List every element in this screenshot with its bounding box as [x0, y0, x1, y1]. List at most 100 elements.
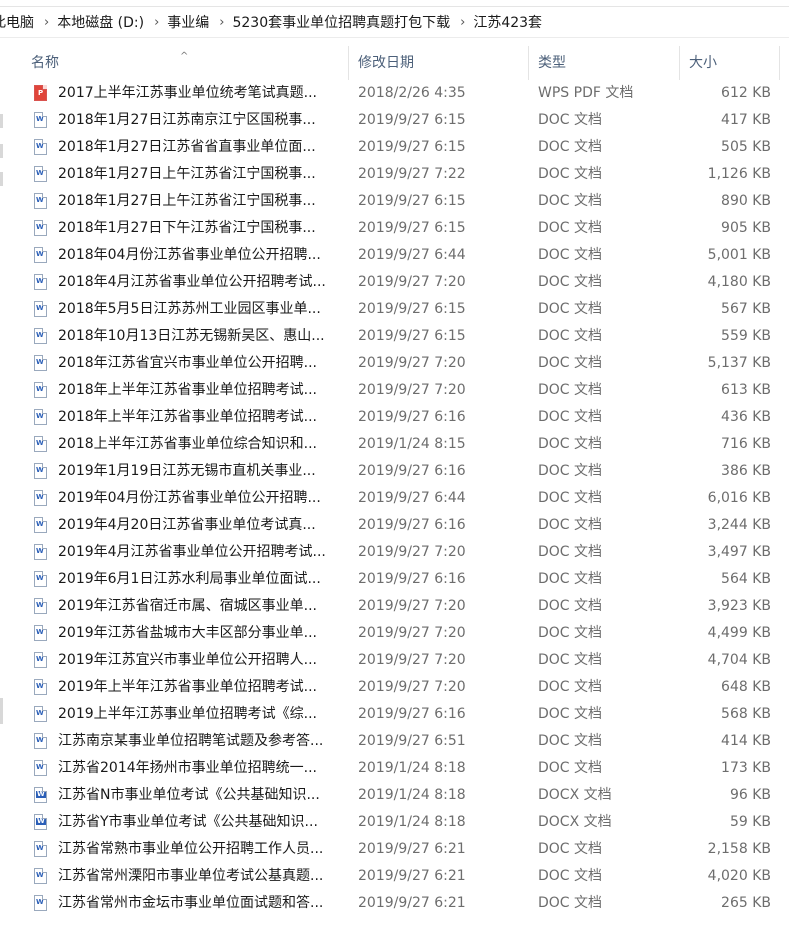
file-type: DOC 文档 [538, 760, 603, 776]
nav-marker [0, 144, 3, 158]
file-type: DOC 文档 [538, 220, 603, 236]
file-date: 2019/9/27 6:16 [358, 571, 466, 587]
file-row[interactable]: W 2018年4月江苏省事业单位公开招聘考试... 2019/9/27 7:20 DO… [22, 269, 789, 296]
file-name: 江苏南京某事业单位招聘笔试题及参考答... [58, 733, 324, 749]
file-row[interactable]: W 2018年5月5日江苏苏州工业园区事业单... 2019/9/27 6:15 DO… [22, 296, 789, 323]
file-row[interactable]: W 2019年4月江苏省事业单位公开招聘考试... 2019/9/27 7:20 DO… [22, 539, 789, 566]
breadcrumb-item[interactable]: 本地磁盘 (D:) [57, 12, 150, 32]
address-breadcrumb[interactable]: 此电脑›本地磁盘 (D:)›事业编›5230套事业单位招聘真题打包下载›江苏42… [0, 7, 789, 38]
file-row[interactable]: W 2018年1月27日江苏南京江宁区国税事... 2019/9/27 6:15 DO… [22, 107, 789, 134]
docx-icon: W [34, 814, 47, 830]
column-header-name[interactable]: 名称 ^ [22, 46, 349, 80]
file-size: 1,126 KB [707, 166, 771, 182]
file-row[interactable]: W 2018年1月27日江苏省省直事业单位面... 2019/9/27 6:15 DO… [22, 134, 789, 161]
file-row[interactable]: W 2019年4月20日江苏省事业单位考试真... 2019/9/27 6:16 DO… [22, 512, 789, 539]
nav-marker [0, 114, 3, 128]
file-type: DOC 文档 [538, 328, 603, 344]
file-type: DOC 文档 [538, 598, 603, 614]
file-size: 5,001 KB [707, 247, 771, 263]
file-row[interactable]: W 2019年04月份江苏省事业单位公开招聘... 2019/9/27 6:44 DO… [22, 485, 789, 512]
file-row[interactable]: W 2018年1月27日上午江苏省江宁国税事... 2019/9/27 7:22 DO… [22, 161, 789, 188]
file-date: 2019/9/27 7:20 [358, 652, 466, 668]
breadcrumb-separator-icon[interactable]: › [456, 15, 473, 30]
file-row[interactable]: W 2018上半年江苏省事业单位综合知识和... 2019/1/24 8:15 DOC… [22, 431, 789, 458]
file-type: DOC 文档 [538, 112, 603, 128]
file-date: 2019/9/27 7:22 [358, 166, 466, 182]
file-type: DOC 文档 [538, 355, 603, 371]
file-row[interactable]: W 2019年6月1日江苏水利局事业单位面试... 2019/9/27 6:16 DO… [22, 566, 789, 593]
column-header-size-label: 大小 [689, 55, 717, 71]
navigation-pane-edge[interactable] [0, 38, 12, 927]
file-type: DOC 文档 [538, 247, 603, 263]
file-date: 2019/9/27 6:16 [358, 517, 466, 533]
file-row[interactable]: W 2019年上半年江苏省事业单位招聘考试... 2019/9/27 7:20 DOC… [22, 674, 789, 701]
file-row[interactable]: W 江苏省常州市金坛市事业单位面试题和答... 2019/9/27 6:21 DOC … [22, 890, 789, 917]
file-type: DOC 文档 [538, 301, 603, 317]
doc-icon: W [34, 841, 47, 857]
file-name: 2018年上半年江苏省事业单位招聘考试... [58, 382, 317, 398]
file-type: DOC 文档 [538, 706, 603, 722]
file-row[interactable]: W 2018年10月13日江苏无锡新吴区、惠山... 2019/9/27 6:15 D… [22, 323, 789, 350]
doc-icon: W [34, 193, 47, 209]
file-size: 564 KB [721, 571, 771, 587]
file-row[interactable]: W 江苏省常熟市事业单位公开招聘工作人员... 2019/9/27 6:21 DOC … [22, 836, 789, 863]
file-row[interactable]: P 2017上半年江苏事业单位统考笔试真题... 2018/2/26 4:35 WPS… [22, 80, 789, 107]
file-row[interactable]: W 江苏南京某事业单位招聘笔试题及参考答... 2019/9/27 6:51 DOC … [22, 728, 789, 755]
file-row[interactable]: W 2018年1月27日下午江苏省江宁国税事... 2019/9/27 6:15 DO… [22, 215, 789, 242]
file-type: DOC 文档 [538, 895, 603, 911]
file-row[interactable]: W 2018年上半年江苏省事业单位招聘考试... 2019/9/27 6:16 DOC… [22, 404, 789, 431]
file-type: DOC 文档 [538, 679, 603, 695]
file-date: 2019/1/24 8:18 [358, 814, 466, 830]
file-row[interactable]: W 2019年1月19日江苏无锡市直机关事业... 2019/9/27 6:16 DO… [22, 458, 789, 485]
column-header-date[interactable]: 修改日期 [349, 46, 529, 80]
file-row[interactable]: W 2018年1月27日上午江苏省江宁国税事... 2019/9/27 6:15 DO… [22, 188, 789, 215]
file-row[interactable]: W 2019年江苏省盐城市大丰区部分事业单... 2019/9/27 7:20 DOC… [22, 620, 789, 647]
file-size: 648 KB [721, 679, 771, 695]
file-row[interactable]: W 江苏省2014年扬州市事业单位招聘统一... 2019/1/24 8:18 DOC… [22, 755, 789, 782]
file-list: P 2017上半年江苏事业单位统考笔试真题... 2018/2/26 4:35 WPS… [22, 80, 789, 917]
file-name: 2019年6月1日江苏水利局事业单位面试... [58, 571, 321, 587]
file-type: WPS PDF 文档 [538, 85, 634, 101]
breadcrumb-item[interactable]: 此电脑 [0, 12, 40, 32]
file-row[interactable]: W 江苏省常州溧阳市事业单位考试公基真题... 2019/9/27 6:21 DOC … [22, 863, 789, 890]
column-header-name-label: 名称 [31, 55, 59, 71]
file-row[interactable]: W 2018年江苏省宜兴市事业单位公开招聘... 2019/9/27 7:20 DOC… [22, 350, 789, 377]
file-size: 905 KB [721, 220, 771, 236]
file-date: 2019/9/27 6:15 [358, 112, 466, 128]
pdf-glyph-icon: P [38, 89, 44, 97]
word-glyph-icon: W [36, 250, 44, 258]
window-top-border [0, 0, 789, 7]
word-glyph-icon: W [36, 709, 44, 717]
file-row[interactable]: W 2018年上半年江苏省事业单位招聘考试... 2019/9/27 7:20 DOC… [22, 377, 789, 404]
file-row[interactable]: W 2019上半年江苏事业单位招聘考试《综... 2019/9/27 6:16 DOC… [22, 701, 789, 728]
file-type: DOC 文档 [538, 652, 603, 668]
file-row[interactable]: W 2019年江苏宜兴市事业单位公开招聘人... 2019/9/27 7:20 DOC… [22, 647, 789, 674]
breadcrumb-separator-icon[interactable]: › [215, 15, 232, 30]
file-size: 4,499 KB [707, 625, 771, 641]
file-name: 2018年1月27日下午江苏省江宁国税事... [58, 220, 316, 236]
file-size: 386 KB [721, 463, 771, 479]
word-glyph-icon: W [36, 574, 44, 582]
file-type: DOC 文档 [538, 625, 603, 641]
column-header-type[interactable]: 类型 [529, 46, 680, 80]
file-row[interactable]: W 2018年04月份江苏省事业单位公开招聘... 2019/9/27 6:44 DO… [22, 242, 789, 269]
file-name: 2019年江苏省盐城市大丰区部分事业单... [58, 625, 317, 641]
breadcrumb-separator-icon[interactable]: › [150, 15, 167, 30]
doc-icon: W [34, 436, 47, 452]
file-type: DOCX 文档 [538, 814, 612, 830]
breadcrumb-item[interactable]: 5230套事业单位招聘真题打包下载 [232, 12, 456, 32]
word-glyph-icon: W [36, 817, 46, 825]
file-row[interactable]: W 2019年江苏省宿迁市属、宿城区事业单... 2019/9/27 7:20 DOC… [22, 593, 789, 620]
word-glyph-icon: W [36, 493, 44, 501]
file-size: 612 KB [721, 85, 771, 101]
breadcrumb-item[interactable]: 事业编 [167, 12, 215, 32]
file-size: 3,923 KB [707, 598, 771, 614]
word-glyph-icon: W [36, 547, 44, 555]
doc-icon: W [34, 301, 47, 317]
file-row[interactable]: W 江苏省Y市事业单位考试《公共基础知识... 2019/1/24 8:18 DOCX… [22, 809, 789, 836]
column-header-size[interactable]: 大小 [680, 46, 780, 80]
breadcrumb-separator-icon[interactable]: › [40, 15, 57, 30]
file-row[interactable]: W 江苏省N市事业单位考试《公共基础知识... 2019/1/24 8:18 DOCX… [22, 782, 789, 809]
doc-icon: W [34, 409, 47, 425]
breadcrumb-item[interactable]: 江苏423套 [473, 12, 548, 32]
